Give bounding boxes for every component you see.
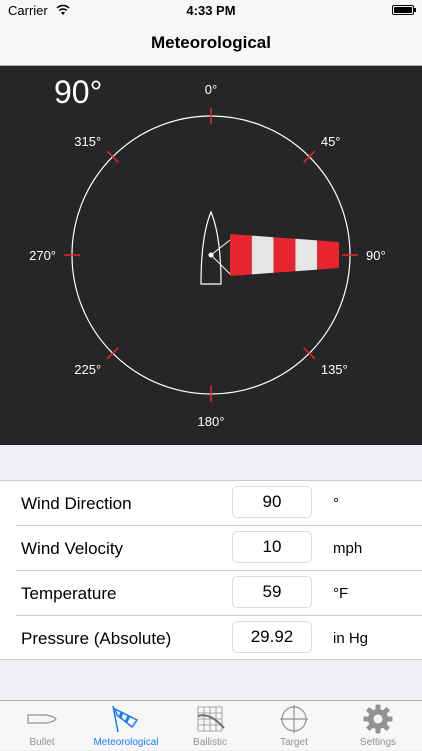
status-time: 4:33 PM bbox=[186, 3, 236, 18]
bullet-icon bbox=[27, 714, 57, 724]
compass-label: 180° bbox=[198, 414, 225, 429]
compass-label: 0° bbox=[205, 82, 217, 97]
windsock-icon bbox=[230, 234, 339, 276]
page-title: Meteorological bbox=[151, 33, 271, 52]
tab-label: Target bbox=[280, 737, 308, 748]
pressure-unit: in Hg bbox=[333, 630, 369, 647]
tab-label: Meteorological bbox=[93, 737, 159, 748]
battery-icon bbox=[392, 5, 416, 15]
tab-target[interactable]: Target bbox=[252, 701, 336, 751]
temperature-input[interactable]: 59 bbox=[232, 576, 312, 608]
wind-velocity-label: Wind Velocity bbox=[21, 539, 124, 558]
tab-meteorological[interactable]: Meteorological bbox=[84, 701, 168, 751]
windsock-stripe bbox=[251, 235, 274, 275]
meteorological-form: Wind Direction 90 ° Wind Velocity 10 mph… bbox=[0, 480, 422, 660]
wind-heading-readout: 90° bbox=[54, 74, 103, 110]
tab-label: Ballistic bbox=[193, 737, 227, 748]
form-row-wind-direction: Wind Direction 90 ° bbox=[0, 481, 422, 526]
tab-label: Settings bbox=[359, 737, 397, 748]
compass-label: 45° bbox=[321, 134, 341, 149]
windsock-icon bbox=[112, 705, 139, 733]
pressure-label: Pressure (Absolute) bbox=[21, 629, 172, 648]
compass-label: 90° bbox=[366, 248, 386, 263]
compass-label: 315° bbox=[74, 134, 101, 149]
compass-dial[interactable]: 0° 45° 90° 135° 180° 225° 270° 315° bbox=[0, 66, 422, 445]
wind-velocity-input[interactable]: 10 bbox=[232, 531, 312, 563]
tab-bar: Bullet Meteorological Ballistic Target S… bbox=[0, 700, 422, 750]
windsock-stripe bbox=[317, 240, 339, 270]
wind-direction-label: Wind Direction bbox=[21, 494, 132, 513]
temperature-unit: °F bbox=[333, 585, 349, 602]
windsock-stripe bbox=[295, 238, 318, 272]
compass-label: 225° bbox=[74, 362, 101, 377]
pressure-input[interactable]: 29.92 bbox=[232, 621, 312, 653]
tab-bullet[interactable]: Bullet bbox=[0, 701, 84, 751]
compass-label: 135° bbox=[321, 362, 348, 377]
wind-direction-unit: ° bbox=[333, 495, 339, 512]
tab-label: Bullet bbox=[29, 737, 55, 748]
form-row-pressure: Pressure (Absolute) 29.92 in Hg bbox=[0, 616, 422, 661]
crosshair-icon bbox=[280, 705, 308, 733]
compass-panel: 0° 45° 90° 135° 180° 225° 270° 315° 90° bbox=[0, 66, 422, 445]
wind-direction-input[interactable]: 90 bbox=[232, 486, 312, 518]
compass-label: 270° bbox=[29, 248, 56, 263]
boat-icon bbox=[200, 210, 222, 285]
windsock-line-top bbox=[210, 239, 231, 256]
windsock-stripe bbox=[230, 234, 252, 276]
status-bar: Carrier 4:33 PM bbox=[0, 0, 422, 22]
form-row-wind-velocity: Wind Velocity 10 mph bbox=[0, 526, 422, 571]
tab-settings[interactable]: Settings bbox=[336, 701, 420, 751]
navigation-bar: Meteorological bbox=[0, 22, 422, 66]
ballistic-chart-icon bbox=[197, 706, 225, 732]
temperature-label: Temperature bbox=[21, 584, 117, 603]
wind-velocity-unit: mph bbox=[333, 540, 363, 557]
tab-ballistic[interactable]: Ballistic bbox=[168, 701, 252, 751]
gear-icon bbox=[363, 704, 393, 734]
windsock-stripe bbox=[273, 237, 296, 273]
form-row-temperature: Temperature 59 °F bbox=[0, 571, 422, 616]
